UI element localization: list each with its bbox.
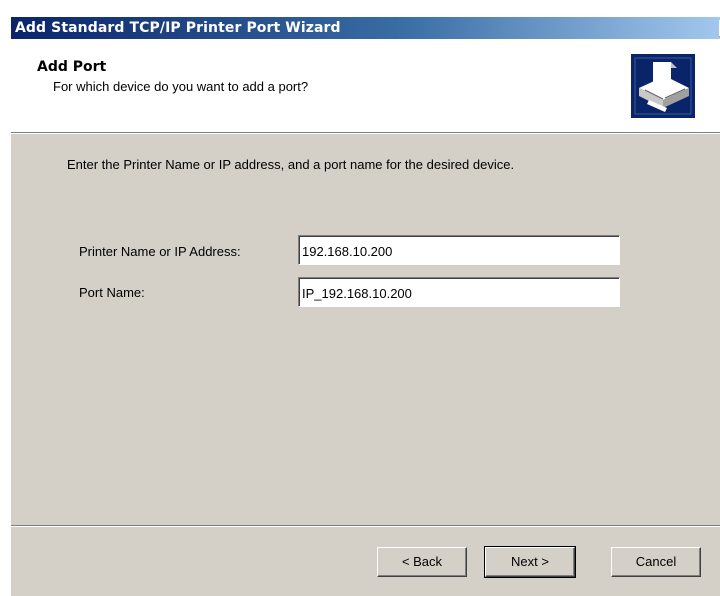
wizard-header: Add Port For which device do you want to… <box>11 39 720 132</box>
printer-name-input[interactable] <box>298 235 620 265</box>
port-name-input[interactable] <box>298 277 620 307</box>
next-button[interactable]: Next > <box>484 546 576 578</box>
printer-icon <box>631 54 695 118</box>
window-title: Add Standard TCP/IP Printer Port Wizard <box>15 20 341 36</box>
printer-name-label: Printer Name or IP Address: <box>79 244 241 259</box>
footer-divider <box>11 525 720 527</box>
back-button[interactable]: < Back <box>377 547 467 577</box>
title-bar[interactable]: Add Standard TCP/IP Printer Port Wizard … <box>11 17 720 39</box>
header-divider <box>11 132 720 134</box>
instruction-text: Enter the Printer Name or IP address, an… <box>67 157 515 172</box>
cancel-button[interactable]: Cancel <box>611 547 701 577</box>
wizard-window: Add Standard TCP/IP Printer Port Wizard … <box>10 16 720 596</box>
page-subtitle: For which device do you want to add a po… <box>53 79 309 94</box>
port-name-label: Port Name: <box>79 285 145 300</box>
page-title: Add Port <box>37 59 107 75</box>
